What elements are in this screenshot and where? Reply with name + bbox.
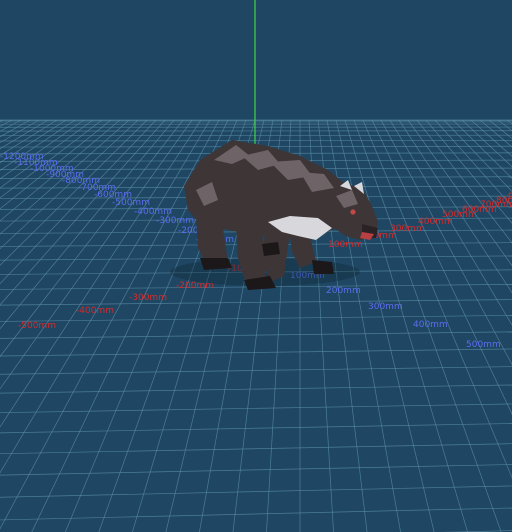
- axis-label: 200mm: [326, 286, 361, 296]
- grid-line: [506, 119, 512, 125]
- bear-paw: [312, 260, 334, 274]
- grid-line: [0, 348, 512, 357]
- axis-label: -300mm: [156, 216, 194, 226]
- grid-line: [0, 485, 512, 498]
- grid-line: [0, 403, 512, 414]
- grid-line: [0, 464, 512, 476]
- grid-line: [461, 119, 512, 168]
- axis-label: 100mm: [328, 240, 363, 250]
- axis-label: -1200mm: [0, 152, 44, 162]
- axis-label: 900mm: [508, 192, 512, 202]
- axis-label: -400mm: [134, 207, 172, 217]
- axis-label: -300mm: [129, 293, 167, 303]
- axis-label: -500mm: [18, 321, 56, 331]
- grid-line: [0, 140, 512, 142]
- bear-paw: [262, 242, 280, 256]
- grid-line: [0, 366, 512, 375]
- scene-canvas[interactable]: 100mm 200mm 300mm 400mm 500mm -100mm -20…: [0, 0, 512, 532]
- grid-line: [497, 119, 512, 132]
- bear-paw: [200, 258, 232, 270]
- grid-line: [0, 507, 512, 521]
- bear-eye: [350, 209, 356, 215]
- grid-line: [479, 119, 512, 148]
- grid-line: [443, 119, 512, 192]
- 3d-viewport[interactable]: 100mm 200mm 300mm 400mm 500mm -100mm -20…: [0, 0, 512, 532]
- grid-line: [0, 443, 512, 455]
- grid-line: [0, 299, 512, 306]
- axis-label: 500mm: [466, 340, 501, 350]
- grid-line: [0, 134, 512, 137]
- grid-line: [389, 119, 512, 326]
- bear-model[interactable]: [170, 140, 378, 290]
- axis-label: 300mm: [368, 302, 403, 312]
- axis-label: 400mm: [413, 320, 448, 330]
- axis-label: -400mm: [76, 306, 114, 316]
- grid-line: [0, 423, 512, 434]
